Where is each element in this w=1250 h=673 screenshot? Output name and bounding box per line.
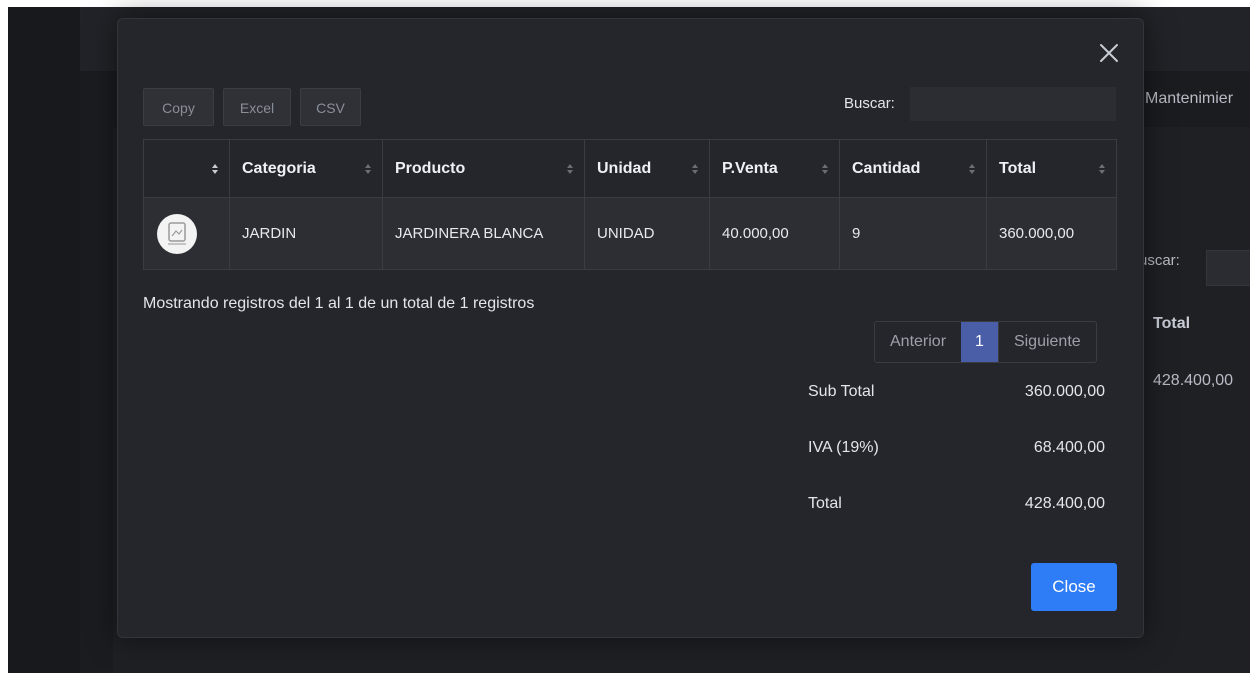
grand-total-label: Total: [808, 495, 842, 512]
column-header-producto[interactable]: Producto: [382, 139, 585, 198]
iva-value: 68.400,00: [1033, 439, 1105, 456]
subtotal-value: 360.000,00: [1024, 383, 1105, 400]
column-label-pventa: P.Venta: [722, 159, 778, 177]
sort-icon: [822, 163, 828, 174]
cell-categoria: JARDIN: [229, 197, 383, 270]
copy-button[interactable]: Copy: [143, 88, 214, 126]
sort-icon: [567, 163, 573, 174]
background-total-header: Total: [1153, 315, 1191, 332]
detail-modal: Copy Excel CSV Buscar: Categoria Product…: [117, 18, 1144, 638]
cell-image: [143, 197, 230, 270]
cell-pventa: 40.000,00: [709, 197, 840, 270]
page-1-button[interactable]: 1: [961, 322, 998, 362]
close-button[interactable]: Close: [1031, 563, 1117, 611]
background-search-input[interactable]: [1206, 250, 1250, 286]
sort-icon: [365, 163, 371, 174]
column-header-unidad[interactable]: Unidad: [584, 139, 710, 198]
column-header-pventa[interactable]: P.Venta: [709, 139, 840, 198]
column-header-image[interactable]: [143, 139, 230, 198]
sort-icon: [1099, 163, 1105, 174]
cell-total: 360.000,00: [986, 197, 1117, 270]
pagination: Anterior 1 Siguiente: [874, 321, 1097, 363]
column-label-total: Total: [999, 159, 1037, 177]
cell-unidad: UNIDAD: [584, 197, 710, 270]
product-thumbnail: [157, 213, 197, 254]
excel-button[interactable]: Excel: [223, 88, 291, 126]
column-label-unidad: Unidad: [597, 159, 652, 177]
table-header-row: Categoria Producto Unidad P.Venta Cantid…: [143, 139, 1117, 198]
column-label-categoria: Categoria: [242, 159, 316, 177]
sort-icon: [212, 163, 218, 174]
sort-icon: [969, 163, 975, 174]
background-search-label: uscar:: [1139, 252, 1180, 269]
next-page-button[interactable]: Siguiente: [997, 322, 1096, 362]
search-label: Buscar:: [844, 95, 895, 112]
search-input[interactable]: [910, 87, 1116, 121]
column-header-cantidad[interactable]: Cantidad: [839, 139, 987, 198]
product-image-icon: [168, 221, 186, 245]
sort-icon: [692, 163, 698, 174]
csv-button[interactable]: CSV: [300, 88, 361, 126]
subtotal-label: Sub Total: [808, 383, 875, 400]
grand-total-value: 428.400,00: [1024, 495, 1105, 512]
cell-cantidad: 9: [839, 197, 987, 270]
nav-item-mantenimiento[interactable]: Mantenimier: [1145, 90, 1233, 108]
background-total-value: 428.400,00: [1153, 372, 1234, 389]
table-info-text: Mostrando registros del 1 al 1 de un tot…: [143, 295, 535, 312]
sidebar: [8, 7, 80, 673]
column-label-producto: Producto: [395, 159, 466, 177]
previous-page-button[interactable]: Anterior: [875, 322, 961, 362]
column-label-cantidad: Cantidad: [852, 159, 921, 177]
products-table: Categoria Producto Unidad P.Venta Cantid…: [143, 139, 1117, 270]
cell-producto: JARDINERA BLANCA: [382, 197, 585, 270]
column-header-categoria[interactable]: Categoria: [229, 139, 383, 198]
iva-label: IVA (19%): [808, 439, 879, 456]
table-row: JARDIN JARDINERA BLANCA UNIDAD 40.000,00…: [143, 197, 1117, 270]
close-icon[interactable]: [1097, 41, 1121, 65]
column-header-total[interactable]: Total: [986, 139, 1117, 198]
